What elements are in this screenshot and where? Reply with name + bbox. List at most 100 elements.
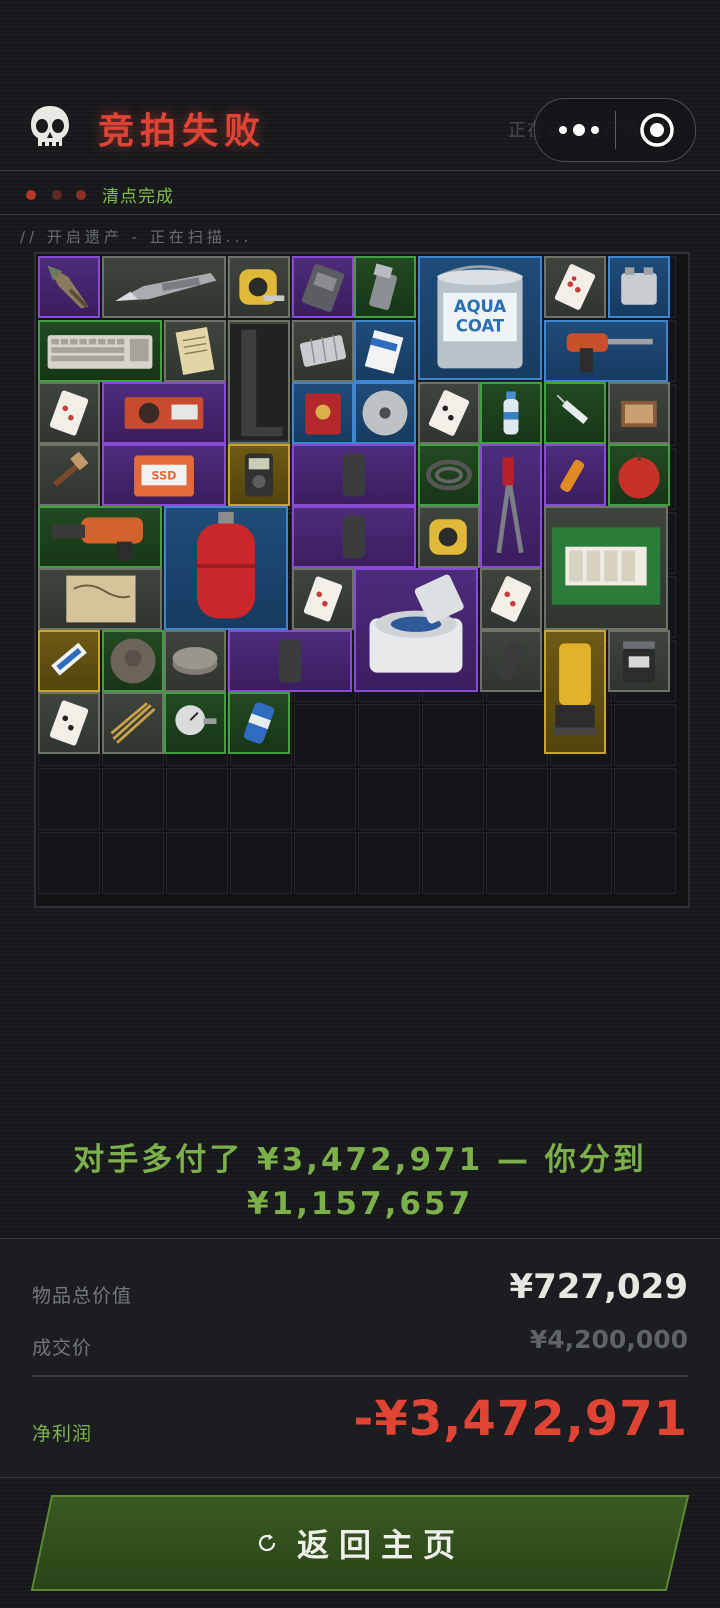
playing-card-icon bbox=[303, 576, 343, 622]
item-container-tray[interactable] bbox=[292, 320, 354, 382]
page-title: 竞拍失败 bbox=[98, 111, 267, 152]
item-old-coin[interactable] bbox=[102, 630, 164, 692]
grid-cell bbox=[614, 704, 676, 766]
item-tape-measure[interactable] bbox=[228, 256, 290, 318]
item-rope-bundle[interactable] bbox=[102, 692, 164, 754]
item-medicine-box[interactable] bbox=[354, 320, 416, 382]
total-value: ¥727,029 bbox=[509, 1267, 688, 1307]
item-bracket[interactable] bbox=[228, 320, 290, 444]
item-candles-box[interactable] bbox=[544, 506, 668, 630]
old-paper-icon bbox=[175, 327, 215, 375]
tape-measure-icon bbox=[429, 519, 467, 555]
more-dots-icon[interactable] bbox=[555, 121, 603, 139]
item-water-bottle[interactable] bbox=[480, 382, 542, 444]
item-playing-card[interactable] bbox=[480, 568, 542, 630]
item-old-paper[interactable] bbox=[164, 320, 226, 382]
item-toothbrush-pack[interactable] bbox=[38, 630, 100, 692]
item-hard-drive[interactable] bbox=[292, 256, 354, 318]
item-soda-can[interactable] bbox=[228, 692, 290, 754]
ssd-box-icon: SSD bbox=[134, 455, 194, 497]
paintbrush-icon bbox=[52, 451, 89, 487]
item-paintbrush[interactable] bbox=[38, 444, 100, 506]
capsule-divider bbox=[615, 111, 616, 149]
item-pressure-gauge[interactable] bbox=[164, 692, 226, 754]
total-value-label: 物品总价值 bbox=[32, 1285, 133, 1307]
pressure-gauge-icon bbox=[175, 705, 217, 736]
item-armor-plate[interactable] bbox=[292, 444, 416, 506]
item-tape-measure[interactable] bbox=[418, 506, 480, 568]
item-syringe[interactable] bbox=[544, 382, 606, 444]
matchbox-icon bbox=[621, 400, 657, 428]
item-hammer-drill[interactable] bbox=[38, 506, 162, 568]
toothbrush-pack-icon bbox=[51, 642, 87, 676]
armor-plate-icon bbox=[342, 515, 366, 559]
item-power-drill[interactable] bbox=[544, 320, 668, 382]
inventory-grid: AQUA COAT SSD bbox=[34, 252, 690, 908]
item-ssd-box[interactable]: SSD bbox=[102, 444, 226, 506]
split-message: 对手多付了 ¥3,472,971 — 你分到 ¥1,157,657 bbox=[73, 1142, 647, 1222]
red-tin-icon bbox=[305, 393, 341, 435]
return-home-button[interactable]: 返回主页 bbox=[30, 1494, 690, 1592]
playing-card-icon bbox=[554, 264, 596, 310]
summary-panel: 物品总价值 ¥727,029 成交价 ¥4,200,000 净利润 -¥3,47… bbox=[0, 1238, 720, 1478]
item-apple[interactable] bbox=[608, 444, 670, 506]
grid-cell bbox=[294, 768, 356, 830]
item-orange-flare[interactable] bbox=[544, 444, 606, 506]
treasure-map-icon bbox=[66, 575, 136, 623]
item-coffee-machine[interactable] bbox=[544, 630, 606, 754]
item-playing-card[interactable] bbox=[544, 256, 606, 318]
item-multimeter[interactable] bbox=[228, 444, 290, 506]
target-icon[interactable] bbox=[639, 112, 675, 148]
grid-cell bbox=[166, 832, 228, 894]
item-playing-card[interactable] bbox=[292, 568, 354, 630]
graphics-card-icon bbox=[124, 397, 204, 429]
item-battery-block[interactable] bbox=[608, 256, 670, 318]
item-graphics-card[interactable] bbox=[102, 382, 226, 444]
item-keyboard[interactable] bbox=[38, 320, 162, 382]
mini-program-capsule bbox=[534, 98, 696, 162]
item-spearhead[interactable] bbox=[38, 256, 100, 318]
water-bottle-icon bbox=[503, 391, 519, 435]
item-playing-card[interactable] bbox=[418, 382, 480, 444]
item-grinding-wheel[interactable] bbox=[164, 630, 226, 692]
item-playing-card[interactable] bbox=[38, 382, 100, 444]
paint-label-line2: COAT bbox=[456, 317, 505, 336]
item-utility-knife[interactable] bbox=[102, 256, 226, 318]
item-matchbox[interactable] bbox=[608, 382, 670, 444]
old-coin-icon bbox=[110, 638, 156, 684]
deal-price-value: ¥4,200,000 bbox=[529, 1325, 688, 1354]
item-paint-bucket[interactable]: AQUA COAT bbox=[418, 256, 542, 380]
candles-box-icon bbox=[551, 527, 661, 605]
tape-measure-icon bbox=[239, 269, 285, 305]
item-saw-blade[interactable] bbox=[354, 382, 416, 444]
item-treasure-map[interactable] bbox=[38, 568, 162, 630]
item-centrifuge[interactable] bbox=[354, 568, 478, 692]
grid-cell bbox=[38, 832, 100, 894]
item-armor-plate-long[interactable] bbox=[228, 630, 352, 692]
deal-price-label: 成交价 bbox=[32, 1337, 93, 1359]
item-wrench-pliers[interactable] bbox=[480, 444, 542, 568]
grid-cell bbox=[166, 768, 228, 830]
item-gas-cylinder[interactable] bbox=[164, 506, 288, 630]
status-dot bbox=[52, 190, 62, 200]
playing-card-icon bbox=[49, 390, 89, 436]
item-lighter[interactable] bbox=[354, 256, 416, 318]
grid-cell bbox=[230, 832, 292, 894]
soda-can-icon bbox=[243, 702, 275, 744]
armor-plate-icon bbox=[342, 453, 366, 497]
refresh-icon bbox=[258, 1534, 276, 1552]
grid-cell bbox=[614, 768, 676, 830]
playing-card-icon bbox=[49, 700, 89, 746]
item-protein-tub[interactable] bbox=[608, 630, 670, 692]
item-playing-card[interactable] bbox=[38, 692, 100, 754]
hard-drive-icon bbox=[301, 263, 345, 312]
item-coiled-hose[interactable] bbox=[418, 444, 480, 506]
item-armor-plate[interactable] bbox=[292, 506, 416, 568]
item-red-tin[interactable] bbox=[292, 382, 354, 444]
gas-cylinder-icon bbox=[196, 511, 256, 619]
grid-cell bbox=[102, 832, 164, 894]
grid-cell bbox=[550, 832, 612, 894]
utility-knife-icon bbox=[115, 272, 217, 302]
item-pepper-grinder[interactable] bbox=[480, 630, 542, 692]
orange-flare-icon bbox=[560, 459, 585, 492]
